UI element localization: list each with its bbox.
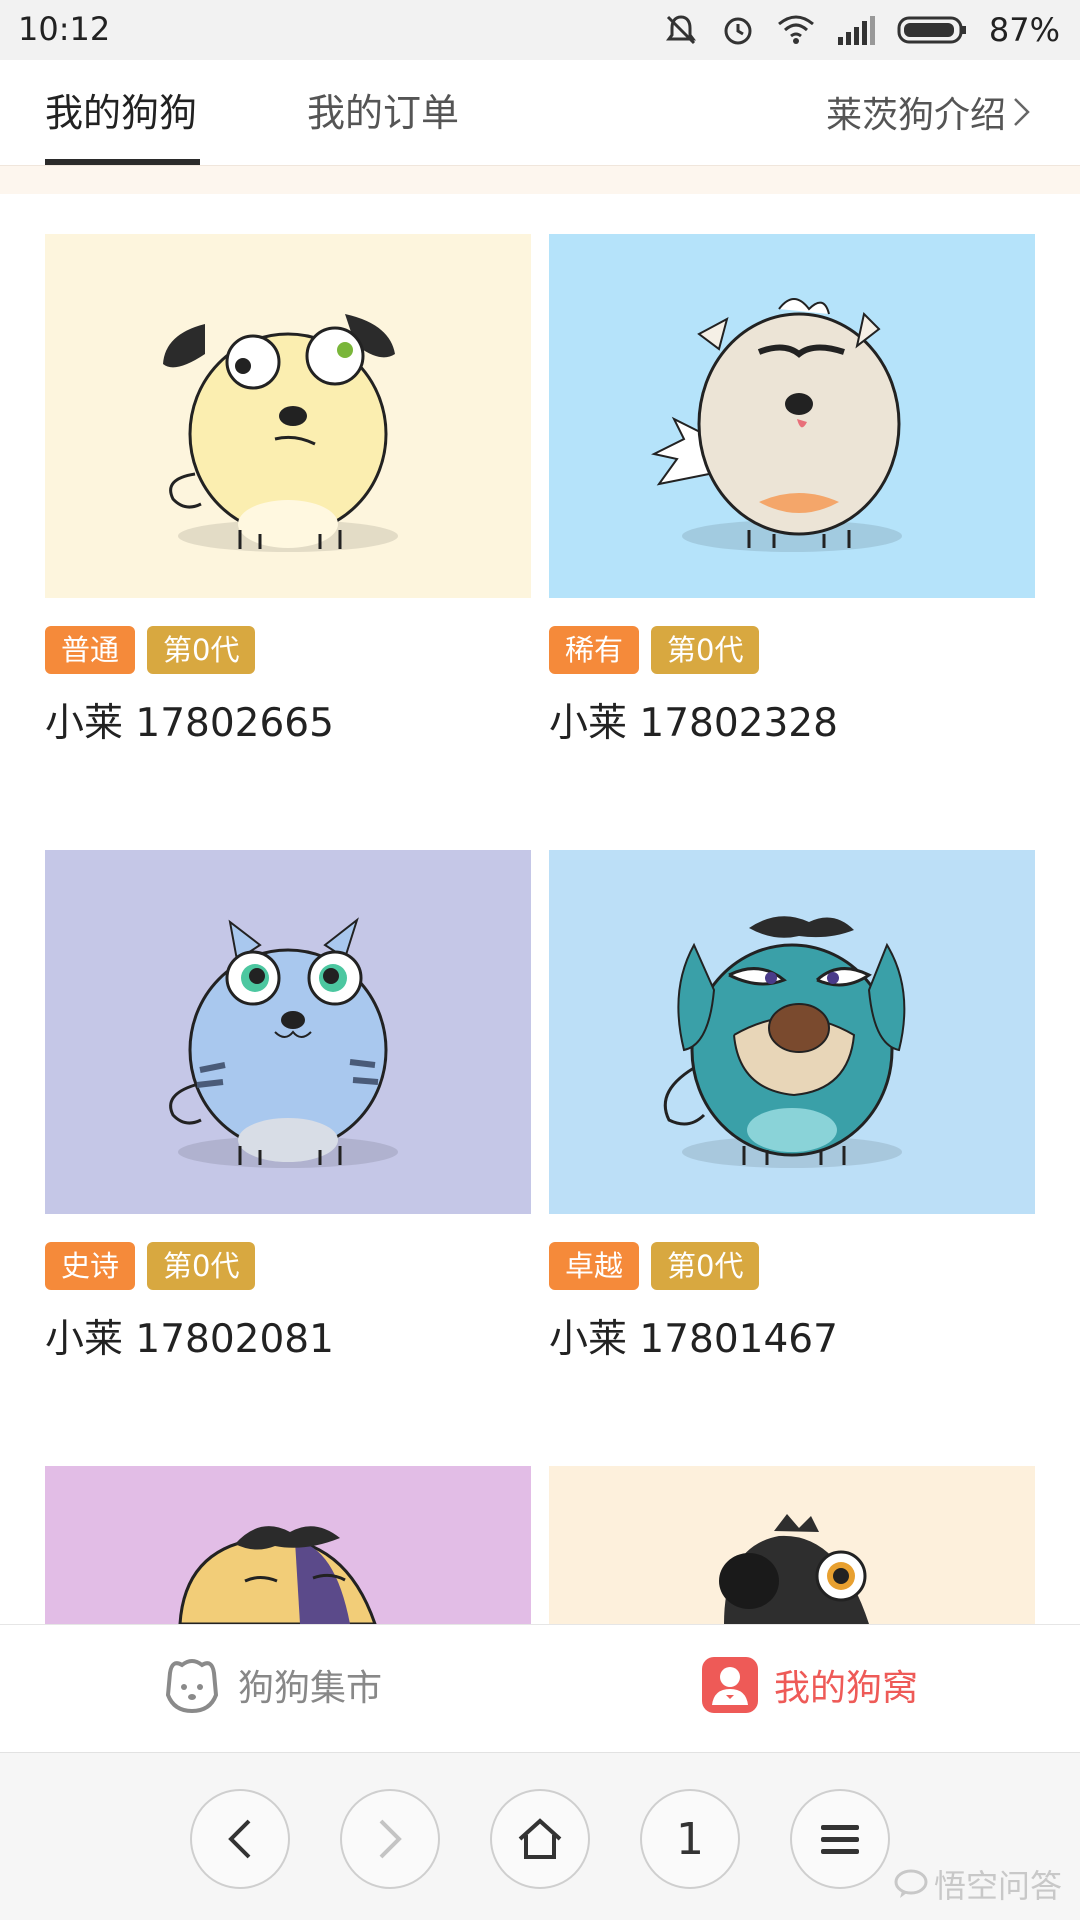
tab-my-orders[interactable]: 我的订单: [307, 82, 459, 137]
status-time: 10:12: [18, 10, 111, 48]
browser-toolbar: 1 悟空问答: [0, 1752, 1080, 1920]
chevron-left-icon: [228, 1819, 251, 1859]
rarity-badge: 卓越: [549, 1242, 640, 1290]
nav-dog-market-label: 狗狗集市: [238, 1668, 383, 1709]
dog-image: [45, 850, 531, 1214]
chevron-right-icon: [1014, 98, 1030, 126]
mute-notification-icon: [665, 15, 696, 45]
intro-link-label: 莱茨狗介绍: [825, 95, 1006, 136]
rarity-badge: 普通: [45, 626, 136, 674]
forward-button[interactable]: [340, 1789, 440, 1889]
dog-card[interactable]: [549, 1466, 1035, 1624]
rarity-badge: 稀有: [549, 626, 640, 674]
alarm-icon: [724, 17, 752, 45]
dog-face-icon: [165, 1659, 219, 1714]
generation-badge: 第0代: [651, 626, 760, 674]
generation-badge: 第0代: [651, 1242, 760, 1290]
wifi-icon: [777, 15, 814, 44]
dog-image: [549, 234, 1035, 598]
battery-icon: [897, 16, 966, 44]
dog-name: 小莱 17802081: [45, 1317, 334, 1362]
dog-card[interactable]: 稀有 第0代 小莱 17802328: [549, 234, 1035, 748]
status-icons: 87%: [663, 10, 1060, 50]
chevron-right-icon: [379, 1819, 402, 1859]
dog-name: 小莱 17802328: [549, 701, 838, 746]
home-button[interactable]: [490, 1789, 590, 1889]
top-tab-bar: 我的狗狗 我的订单 莱茨狗介绍: [0, 60, 1080, 166]
generation-badge: 第0代: [147, 1242, 256, 1290]
dog-badges: 史诗 第0代: [45, 1242, 531, 1290]
notice-banner: [0, 166, 1080, 194]
active-tab-indicator: [45, 159, 200, 165]
home-icon: [518, 1818, 562, 1859]
nav-dog-market[interactable]: 狗狗集市: [160, 1655, 382, 1715]
dog-image: [549, 1466, 1035, 1624]
dog-image: [45, 234, 531, 598]
intro-link[interactable]: 莱茨狗介绍: [826, 86, 1032, 138]
nav-my-kennel[interactable]: 我的狗窝: [700, 1655, 918, 1715]
watermark-text: 悟空问答: [933, 1867, 1062, 1905]
dog-badges: 普通 第0代: [45, 626, 531, 674]
signal-icon: [837, 16, 875, 45]
battery-percent: 87%: [988, 11, 1060, 49]
tabs-button[interactable]: 1: [640, 1789, 740, 1889]
watermark: 悟空问答: [894, 1861, 1062, 1907]
dog-card[interactable]: 普通 第0代 小莱 17802665: [45, 234, 531, 748]
dog-image: [45, 1466, 531, 1624]
user-profile-icon: [702, 1657, 758, 1713]
dog-badges: 稀有 第0代: [549, 626, 1035, 674]
dog-card[interactable]: 卓越 第0代 小莱 17801467: [549, 850, 1035, 1364]
dog-name: 小莱 17802665: [45, 701, 334, 746]
dog-card[interactable]: [45, 1466, 531, 1624]
dog-image: [549, 850, 1035, 1214]
bottom-nav: 狗狗集市 我的狗窝: [0, 1624, 1080, 1752]
menu-button[interactable]: [790, 1789, 890, 1889]
status-bar: 10:12 87%: [0, 0, 1080, 60]
dog-name: 小莱 17801467: [549, 1317, 838, 1362]
back-button[interactable]: [190, 1789, 290, 1889]
dog-badges: 卓越 第0代: [549, 1242, 1035, 1290]
tabs-count: 1: [676, 1813, 704, 1865]
nav-my-kennel-label: 我的狗窝: [774, 1668, 919, 1709]
tab-my-dogs[interactable]: 我的狗狗: [45, 82, 197, 137]
chat-bubble-icon: [894, 1869, 928, 1898]
hamburger-menu-icon: [821, 1825, 859, 1854]
dog-card[interactable]: 史诗 第0代 小莱 17802081: [45, 850, 531, 1364]
rarity-badge: 史诗: [45, 1242, 136, 1290]
generation-badge: 第0代: [147, 626, 256, 674]
